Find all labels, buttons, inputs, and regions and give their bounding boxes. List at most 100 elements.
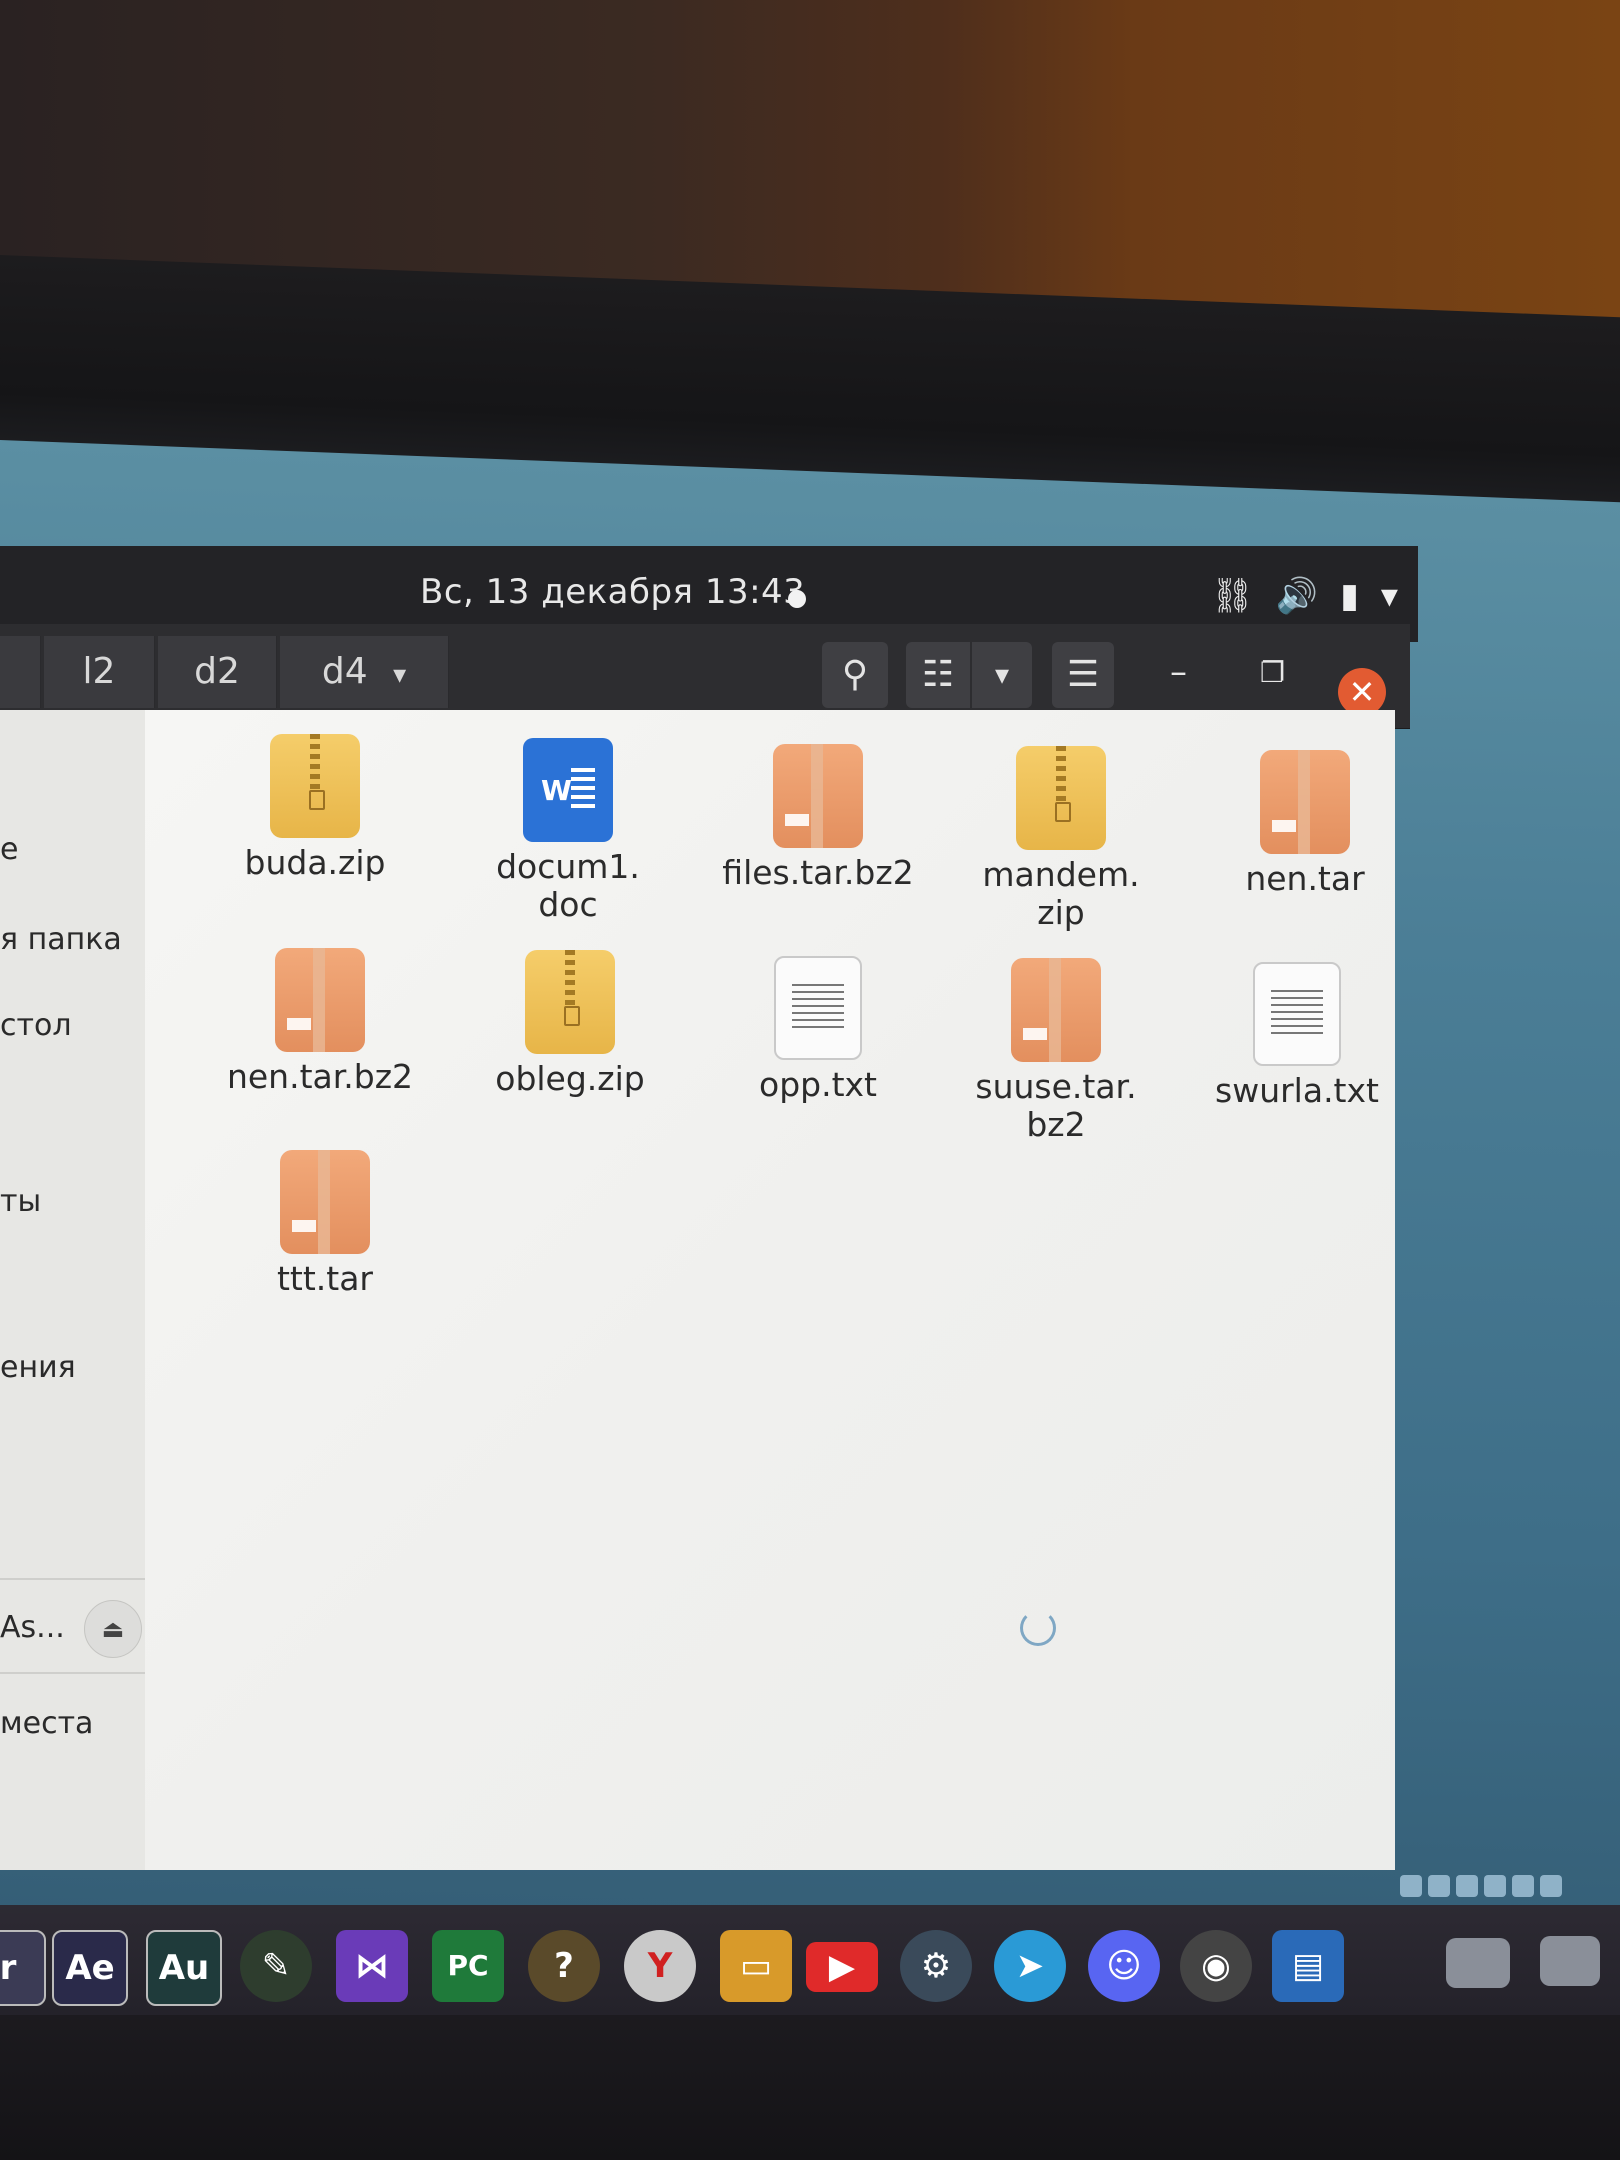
computer-icon[interactable]: ▤ — [1272, 1930, 1344, 2002]
list-view-icon: ☷ — [921, 654, 955, 695]
file-item[interactable]: ttt.tar — [210, 1150, 440, 1298]
after-effects-icon[interactable]: Ae — [52, 1930, 128, 2006]
eject-button[interactable]: ⏏ — [84, 1600, 142, 1658]
sidebar-item[interactable]: стол — [0, 1008, 72, 1043]
tray-icon[interactable] — [1428, 1875, 1450, 1897]
discord-icon[interactable]: ☺ — [1088, 1930, 1160, 2002]
file-name: docum1. doc — [496, 847, 640, 924]
app-label: Au — [158, 1948, 210, 1988]
chevron-down-icon[interactable]: ▾ — [393, 660, 406, 690]
app-label: ▭ — [739, 1946, 773, 1986]
app-label: r — [0, 1948, 17, 1988]
system-config-icon[interactable] — [1540, 1936, 1600, 1986]
search-button[interactable]: ⚲ — [822, 642, 888, 708]
app-label: ⚙ — [920, 1946, 952, 1986]
network-icon[interactable]: ⛓ — [1211, 576, 1254, 616]
visual-studio-icon[interactable]: ⋈ — [336, 1930, 408, 2002]
breadcrumb-label: d4 — [321, 651, 368, 692]
file-item[interactable]: files.tar.bz2 — [703, 744, 933, 892]
tar-archive-icon — [1011, 958, 1101, 1062]
tray-icon[interactable] — [1400, 1875, 1422, 1897]
steam-icon[interactable]: ⚙ — [900, 1930, 972, 2002]
taskbar-tray[interactable] — [1400, 1868, 1620, 1904]
help-icon[interactable]: ? — [528, 1930, 600, 2002]
file-manager-icon[interactable]: ▭ — [720, 1930, 792, 2002]
breadcrumb-label: d2 — [194, 651, 240, 692]
telegram-icon[interactable]: ➤ — [994, 1930, 1066, 2002]
clock[interactable]: Вс, 13 декабря 13:43 — [420, 572, 805, 612]
breadcrumb-d4[interactable]: d4 ▾ — [280, 636, 449, 708]
notification-dot — [788, 590, 806, 608]
file-name: nen.tar.bz2 — [226, 1057, 414, 1096]
app-label: ? — [554, 1946, 574, 1986]
view-options-button[interactable]: ▾ — [972, 642, 1032, 708]
app-label: ☺ — [1106, 1946, 1142, 1986]
file-name: ttt.tar — [276, 1259, 374, 1298]
davinci-resolve-icon[interactable]: ◉ — [1180, 1930, 1252, 2002]
sidebar-item[interactable]: я папка — [0, 922, 122, 957]
volume-icon[interactable]: 🔊 — [1276, 576, 1318, 616]
zip-archive-icon — [525, 950, 615, 1054]
file-item[interactable]: opp.txt — [703, 956, 933, 1104]
close-button[interactable]: ✕ — [1338, 668, 1386, 716]
loading-spinner-icon — [1020, 1610, 1056, 1646]
app-label: Ae — [65, 1948, 115, 1988]
app-partial-icon[interactable]: r — [0, 1930, 46, 2006]
file-item[interactable]: nen.tar.bz2 — [205, 948, 435, 1096]
file-name: suuse.tar. bz2 — [975, 1067, 1137, 1144]
file-item[interactable]: swurla.txt — [1182, 962, 1412, 1110]
sidebar-item[interactable]: е — [0, 832, 18, 867]
app-label: ➤ — [1015, 1946, 1045, 1986]
file-grid: buda.zip W docum1. doc files.tar.bz2 man… — [145, 710, 1395, 1870]
audition-icon[interactable]: Au — [146, 1930, 222, 2006]
breadcrumb-label: l2 — [82, 651, 116, 692]
app-label: ◉ — [1201, 1946, 1231, 1986]
sidebar-item[interactable]: ты — [0, 1184, 41, 1219]
inkscape-icon[interactable]: ✎ — [240, 1930, 312, 2002]
tray-icon[interactable] — [1456, 1875, 1478, 1897]
pycharm-icon[interactable]: PC — [432, 1930, 504, 2002]
youtube-icon[interactable]: ▶ — [806, 1942, 878, 1992]
eject-icon: ⏏ — [101, 1615, 125, 1643]
hamburger-menu-icon: ☰ — [1066, 654, 1100, 695]
file-item[interactable]: suuse.tar. bz2 — [941, 958, 1171, 1144]
file-name: mandem. zip — [982, 855, 1140, 932]
system-menu-chevron-icon[interactable]: ▾ — [1381, 576, 1398, 616]
menu-button[interactable]: ☰ — [1052, 642, 1114, 708]
system-tray[interactable]: ⛓ 🔊 ▮ ▾ — [1211, 576, 1398, 616]
yandex-browser-icon[interactable]: Y — [624, 1930, 696, 2002]
app-label: ▶ — [828, 1947, 856, 1987]
restore-button[interactable]: ❐ — [1260, 656, 1285, 689]
minimize-button[interactable]: – — [1170, 652, 1187, 692]
chevron-down-icon: ▾ — [994, 658, 1010, 691]
system-config-icon[interactable] — [1446, 1938, 1510, 1988]
text-file-icon — [774, 956, 862, 1060]
app-label: ✎ — [261, 1946, 291, 1986]
view-list-button[interactable]: ☷ — [906, 642, 970, 708]
tray-icon[interactable] — [1540, 1875, 1562, 1897]
zip-archive-icon — [270, 734, 360, 838]
file-name: obleg.zip — [495, 1059, 645, 1098]
file-name: swurla.txt — [1215, 1071, 1379, 1110]
breadcrumb-d2[interactable]: d2 — [158, 636, 277, 708]
zip-archive-icon — [1016, 746, 1106, 850]
battery-icon[interactable]: ▮ — [1340, 576, 1359, 616]
app-label: Y — [647, 1946, 673, 1986]
file-name: buda.zip — [244, 843, 386, 882]
sidebar-item[interactable]: ения — [0, 1350, 76, 1385]
tar-archive-icon — [275, 948, 365, 1052]
search-icon: ⚲ — [841, 654, 869, 695]
close-icon: ✕ — [1348, 673, 1376, 711]
tray-icon[interactable] — [1484, 1875, 1506, 1897]
file-item[interactable]: obleg.zip — [455, 950, 685, 1098]
sidebar-item-drive[interactable]: As... — [0, 1610, 65, 1645]
breadcrumb-partial[interactable] — [0, 636, 41, 708]
breadcrumb-l2[interactable]: l2 — [44, 636, 155, 708]
file-item[interactable]: W docum1. doc — [453, 738, 683, 924]
sidebar-item-other-locations[interactable]: места — [0, 1706, 93, 1741]
file-item[interactable]: buda.zip — [200, 734, 430, 882]
app-label: PC — [447, 1949, 489, 1982]
file-item[interactable]: mandem. zip — [946, 746, 1176, 932]
file-item[interactable]: nen.tar — [1190, 750, 1420, 898]
tray-icon[interactable] — [1512, 1875, 1534, 1897]
